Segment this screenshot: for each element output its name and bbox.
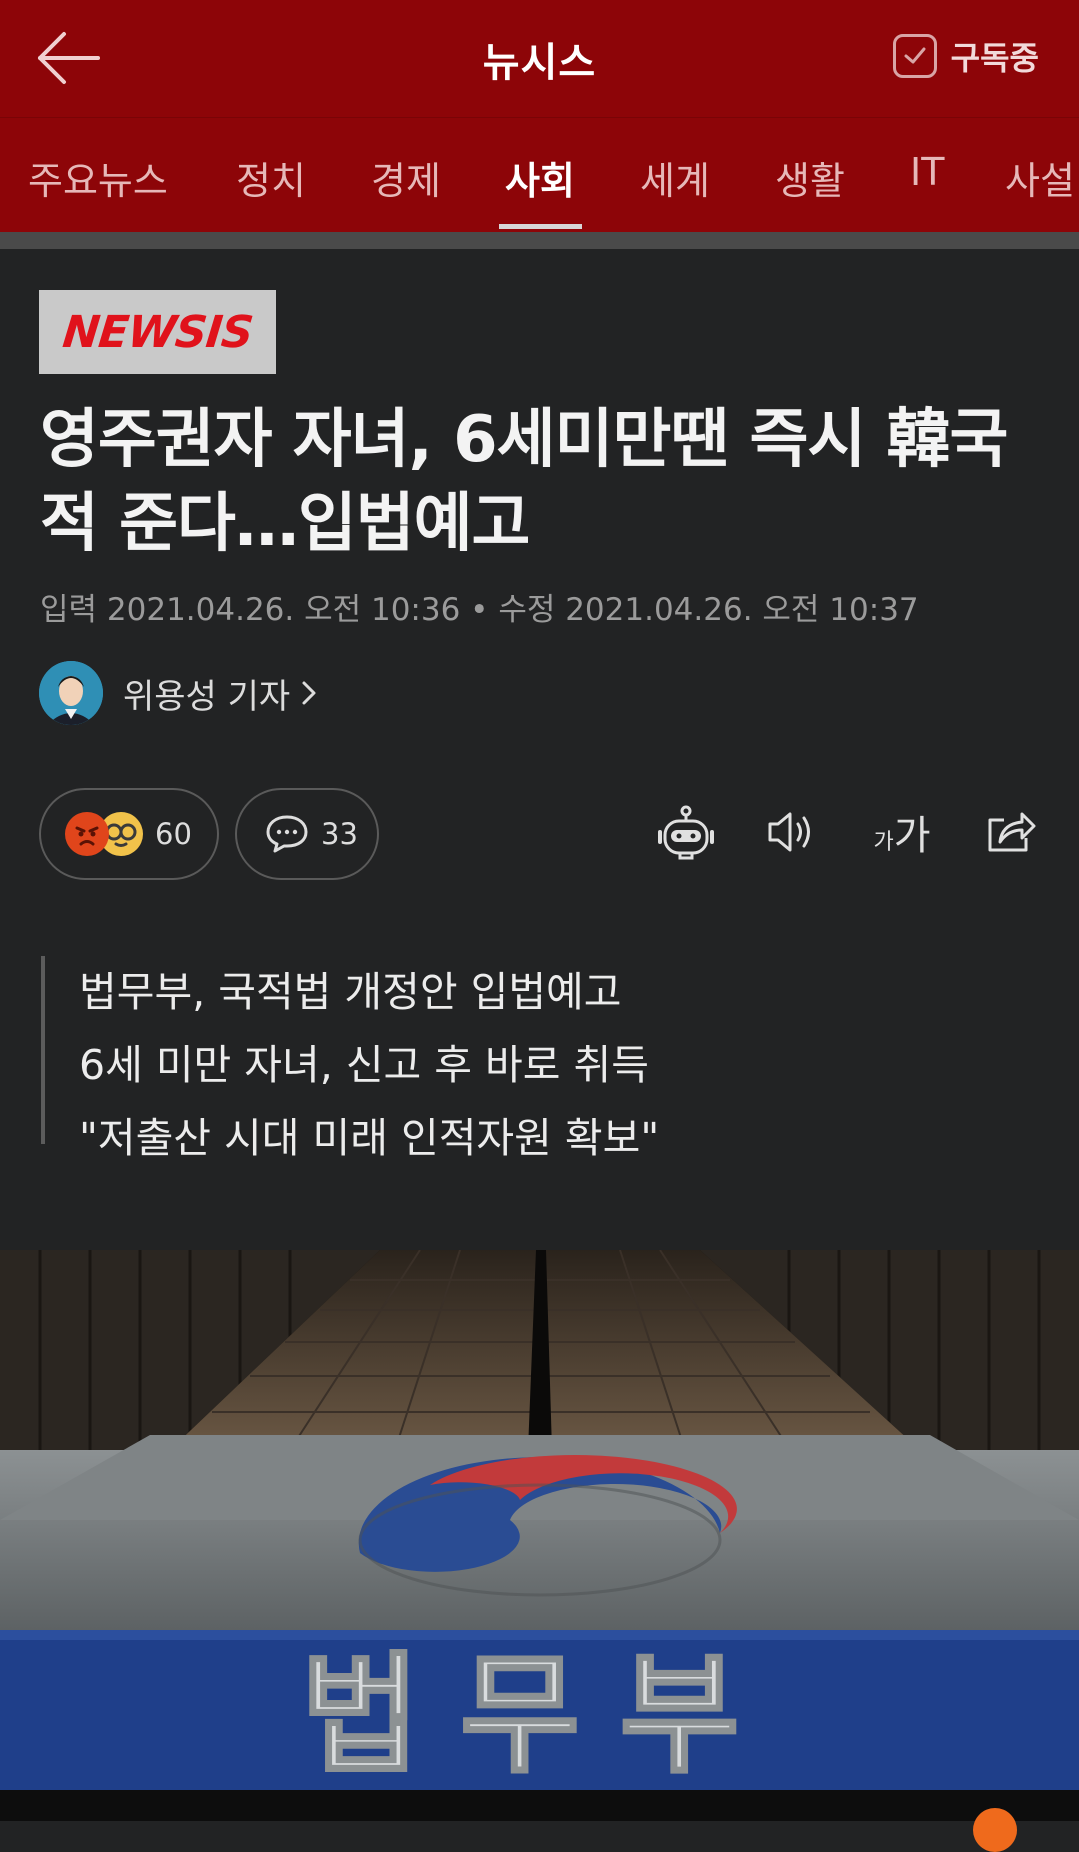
reactions-button[interactable]: 60 — [39, 788, 219, 880]
photo-sign-text: 법무부 — [301, 1639, 780, 1790]
tab-politics[interactable]: 정치 — [236, 150, 306, 205]
app-header: 뉴시스 구독중 — [0, 0, 1079, 117]
speaker-icon — [768, 812, 810, 852]
tab-economy[interactable]: 경제 — [371, 150, 441, 205]
comment-bubble-icon — [266, 815, 308, 853]
chevron-right-icon — [302, 681, 316, 705]
share-button[interactable] — [978, 800, 1042, 864]
reporter-name: 위용성 기자 — [123, 676, 291, 717]
tab-life[interactable]: 생활 — [775, 150, 845, 205]
summary-line: 6세 미만 자녀, 신고 후 바로 취득 — [79, 1041, 649, 1089]
angry-emoji-icon — [65, 812, 109, 856]
reporter-link[interactable]: 위용성 기자 — [39, 660, 318, 726]
robot-icon — [658, 805, 714, 860]
reaction-count: 60 — [155, 817, 192, 851]
tab-it[interactable]: IT — [910, 150, 944, 194]
bottom-bar — [0, 1790, 1079, 1821]
font-size-button[interactable]: 가가 — [866, 800, 938, 864]
publisher-logo-text: NEWSIS — [60, 306, 255, 358]
text-to-speech-button[interactable] — [760, 800, 824, 864]
tab-editorial[interactable]: 사설 — [1005, 150, 1075, 205]
share-icon — [988, 812, 1036, 852]
summary-line: "저출산 시대 미래 인적자원 확보" — [79, 1114, 660, 1162]
article-summary: 법무부, 국적법 개정안 입법예고 6세 미만 자녀, 신고 후 바로 취득 "… — [41, 956, 659, 1162]
subscribe-button[interactable]: 구독중 — [892, 28, 1039, 84]
font-size-icon: 가가 — [873, 813, 931, 859]
check-icon — [892, 34, 937, 78]
article-timestamps: 입력 2021.04.26. 오전 10:36 • 수정 2021.04.26.… — [40, 592, 919, 628]
reporter-avatar — [39, 661, 103, 725]
tab-main-news[interactable]: 주요뉴스 — [28, 150, 168, 205]
publisher-logo[interactable]: NEWSIS — [39, 290, 276, 374]
divider — [0, 232, 1079, 249]
active-tab-indicator — [499, 224, 582, 229]
category-tabs: 주요뉴스 정치 경제 사회 세계 생활 IT 사설 — [0, 117, 1079, 233]
summary-bot-button[interactable] — [654, 800, 718, 864]
floating-action-button[interactable] — [973, 1808, 1017, 1852]
article-headline: 영주권자 자녀, 6세미만땐 즉시 韓국적 준다…입법예고 — [40, 403, 1008, 561]
comments-button[interactable]: 33 — [235, 788, 379, 880]
article-photo[interactable]: 법무부 — [0, 1250, 1079, 1790]
tab-society[interactable]: 사회 — [505, 150, 575, 205]
summary-line: 법무부, 국적법 개정안 입법예고 — [79, 968, 622, 1016]
tab-world[interactable]: 세계 — [640, 150, 710, 205]
comment-count: 33 — [321, 817, 358, 851]
subscribe-label: 구독중 — [950, 39, 1039, 77]
